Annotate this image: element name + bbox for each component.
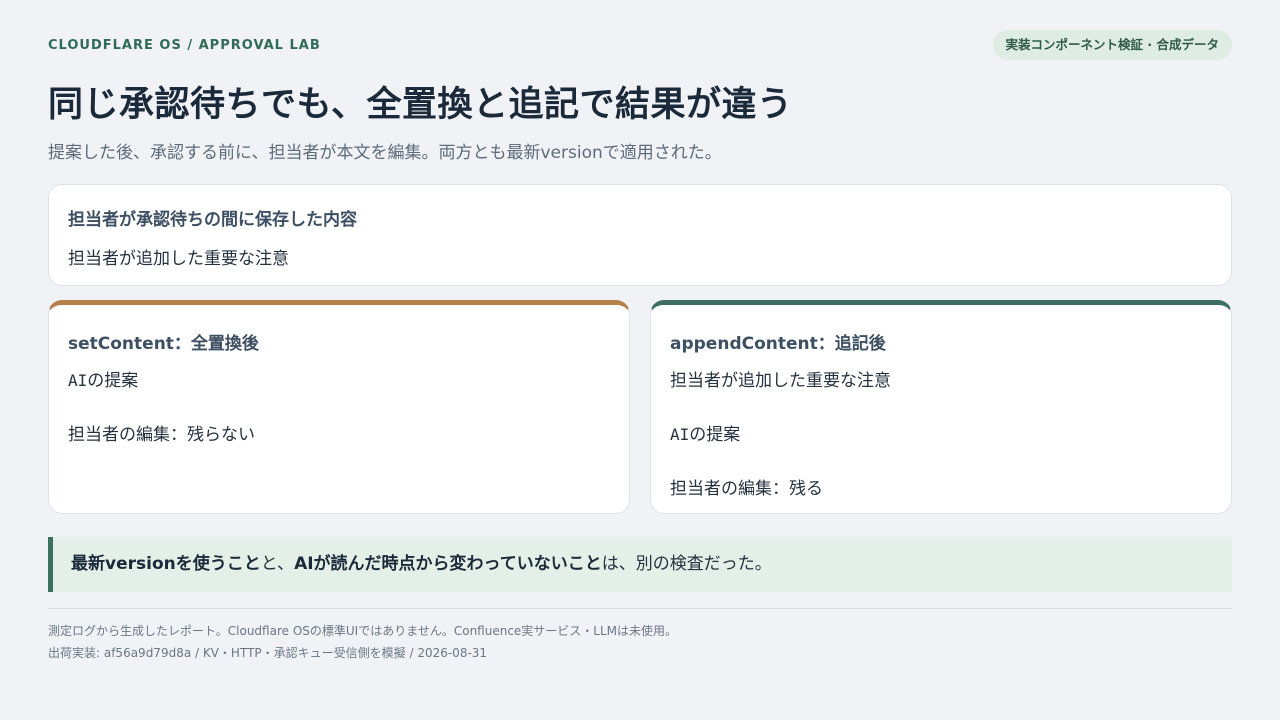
data-badge: 実装コンポーネント検証 · 合成データ [992, 30, 1232, 60]
set-card-line: AIの提案 [68, 367, 610, 395]
set-card-line-text: 担当者の編集：残らない [68, 425, 255, 445]
append-card-line-code: AI [670, 425, 690, 444]
set-card-line-code: AI [68, 371, 88, 390]
append-card-line: 担当者が追加した重要な注意 [670, 367, 1212, 395]
saved-card-text: 担当者が追加した重要な注意 [68, 249, 289, 269]
footer-divider [48, 608, 1232, 609]
eyebrow-label: CLOUDFLARE OS / APPROVAL LAB [48, 38, 321, 53]
callout-end: は、別の検査だった。 [601, 554, 772, 574]
append-card-line-text: の提案 [689, 425, 741, 445]
set-card-line: 担当者の編集：残らない [68, 421, 610, 449]
callout-mid: と、 [260, 554, 295, 574]
set-content-card: setContent：全置換後 AIの提案 担当者の編集：残らない [48, 300, 630, 514]
conclusion-callout: 最新versionを使うことと、AIが読んだ時点から変わっていないことは、別の検… [48, 537, 1232, 592]
footer-build-info: 出荷実装: af56a9d79d8a / KV・HTTP・承認キュー受信側を模擬… [48, 646, 488, 660]
append-card-method: appendContent [670, 334, 818, 354]
header: CLOUDFLARE OS / APPROVAL LAB 実装コンポーネント検証… [48, 30, 1232, 60]
set-card-method: setContent [68, 334, 174, 354]
callout-strong-2: AIが読んだ時点から変わっていないこと [294, 554, 602, 574]
set-card-line-text: の提案 [87, 371, 139, 391]
set-card-heading-suffix: ：全置換後 [173, 334, 259, 354]
page-title: 同じ承認待ちでも、全置換と追記で結果が違う [48, 85, 793, 125]
append-card-line: 担当者の編集：残る [670, 475, 1212, 503]
append-card-line-text: 担当者が追加した重要な注意 [670, 371, 891, 391]
page-subtitle: 提案した後、承認する前に、担当者が本文を編集。両方とも最新versionで適用さ… [48, 143, 722, 163]
footer-note: 測定ログから生成したレポート。Cloudflare OSの標準UIではありません… [48, 624, 678, 638]
append-card-heading: appendContent：追記後 [670, 329, 1212, 354]
callout-strong-1: 最新versionを使うこと [71, 554, 261, 574]
saved-card-heading: 担当者が承認待ちの間に保存した内容 [68, 210, 357, 230]
append-card-heading-suffix: ：追記後 [817, 334, 886, 354]
set-card-heading: setContent：全置換後 [68, 329, 610, 354]
append-content-card: appendContent：追記後 担当者が追加した重要な注意 AIの提案 担当… [650, 300, 1232, 514]
saved-content-card: 担当者が承認待ちの間に保存した内容 担当者が追加した重要な注意 [48, 184, 1232, 286]
append-card-line-text: 担当者の編集：残る [670, 479, 823, 499]
append-card-line: AIの提案 [670, 421, 1212, 449]
page: CLOUDFLARE OS / APPROVAL LAB 実装コンポーネント検証… [0, 0, 1280, 720]
